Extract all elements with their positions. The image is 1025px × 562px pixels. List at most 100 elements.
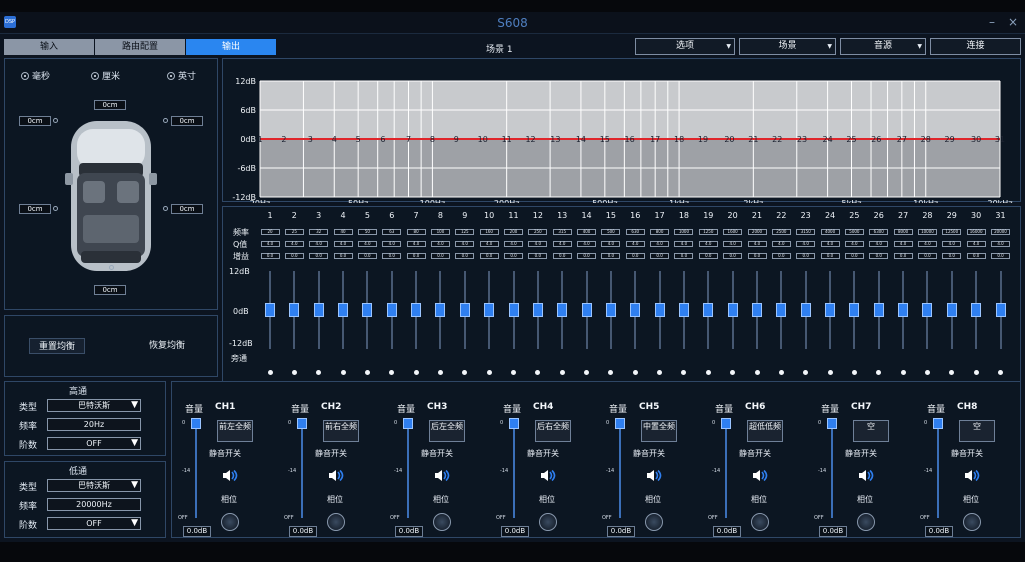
- band-freq-input[interactable]: 10000: [917, 229, 937, 235]
- band-gain-input[interactable]: 0.0: [528, 253, 548, 259]
- volume-db-value[interactable]: 0.0dB: [713, 526, 741, 537]
- band-q-input[interactable]: 4.0: [674, 241, 694, 247]
- volume-db-value[interactable]: 0.0dB: [289, 526, 317, 537]
- band-marker[interactable]: 17: [650, 135, 660, 144]
- band-gain-input[interactable]: 0.0: [284, 253, 304, 259]
- band-marker[interactable]: 19: [698, 135, 708, 144]
- band-freq-input[interactable]: 25: [284, 229, 304, 235]
- volume-slider-handle[interactable]: [403, 418, 413, 429]
- band-gain-slider-handle[interactable]: [581, 303, 592, 317]
- volume-slider-handle[interactable]: [191, 418, 201, 429]
- band-freq-input[interactable]: 125: [455, 229, 475, 235]
- band-gain-slider-handle[interactable]: [386, 303, 397, 317]
- band-bypass-toggle[interactable]: [876, 370, 882, 375]
- band-q-input[interactable]: 4.0: [966, 241, 986, 247]
- band-freq-input[interactable]: 100: [430, 229, 450, 235]
- band-gain-input[interactable]: 0.0: [309, 253, 329, 259]
- volume-slider-track[interactable]: [725, 420, 727, 518]
- band-marker[interactable]: 13: [550, 135, 560, 144]
- band-freq-input[interactable]: 3150: [796, 229, 816, 235]
- source-dropdown[interactable]: 音源 ▼: [840, 38, 926, 55]
- band-bypass-toggle[interactable]: [900, 370, 906, 375]
- band-marker[interactable]: 29: [945, 135, 955, 144]
- channel-name-button[interactable]: 后左全频: [429, 420, 465, 442]
- band-gain-input[interactable]: 0.0: [942, 253, 962, 259]
- speaker-dot-icon[interactable]: [53, 118, 58, 123]
- band-gain-slider-handle[interactable]: [776, 303, 787, 317]
- band-freq-input[interactable]: 4000: [820, 229, 840, 235]
- band-freq-input[interactable]: 630: [625, 229, 645, 235]
- band-gain-input[interactable]: 0.0: [747, 253, 767, 259]
- band-gain-slider-handle[interactable]: [727, 303, 738, 317]
- band-q-input[interactable]: 4.0: [625, 241, 645, 247]
- band-q-input[interactable]: 4.0: [284, 241, 304, 247]
- band-freq-input[interactable]: 2500: [771, 229, 791, 235]
- band-gain-slider-handle[interactable]: [825, 303, 836, 317]
- band-gain-slider-handle[interactable]: [362, 303, 373, 317]
- highpass-freq-input[interactable]: 20Hz: [47, 418, 141, 431]
- band-q-input[interactable]: 4.0: [528, 241, 548, 247]
- band-q-input[interactable]: 4.0: [455, 241, 475, 247]
- volume-db-value[interactable]: 0.0dB: [925, 526, 953, 537]
- band-freq-input[interactable]: 200: [504, 229, 523, 235]
- band-marker[interactable]: 11: [502, 135, 512, 144]
- channel-name-button[interactable]: 后右全频: [535, 420, 571, 442]
- band-freq-input[interactable]: 80: [406, 229, 426, 235]
- band-gain-input[interactable]: 0.0: [893, 253, 913, 259]
- band-gain-input[interactable]: 0.0: [479, 253, 499, 259]
- band-freq-input[interactable]: 2000: [747, 229, 767, 235]
- speaker-icon[interactable]: [540, 469, 556, 482]
- band-q-input[interactable]: 4.0: [504, 241, 523, 247]
- band-bypass-toggle[interactable]: [973, 370, 979, 375]
- band-marker[interactable]: 24: [822, 135, 832, 144]
- minimize-button[interactable]: –: [989, 15, 995, 29]
- band-marker[interactable]: 14: [576, 135, 586, 144]
- band-freq-input[interactable]: 12500: [942, 229, 962, 235]
- band-gain-slider-handle[interactable]: [411, 303, 422, 317]
- band-gain-slider-handle[interactable]: [557, 303, 568, 317]
- band-freq-input[interactable]: 63: [382, 229, 402, 235]
- phase-toggle-icon[interactable]: [221, 513, 239, 531]
- band-freq-input[interactable]: 1250: [698, 229, 718, 235]
- band-marker[interactable]: 26: [871, 135, 881, 144]
- band-marker[interactable]: 5: [356, 135, 361, 144]
- band-bypass-toggle[interactable]: [657, 370, 663, 375]
- band-q-input[interactable]: 4.0: [942, 241, 962, 247]
- band-freq-input[interactable]: 20000: [991, 229, 1010, 235]
- band-marker[interactable]: 21: [748, 135, 758, 144]
- unit-inch-radio[interactable]: 英寸: [167, 69, 196, 82]
- band-gain-slider-handle[interactable]: [995, 303, 1006, 317]
- eq-response-graph[interactable]: 12dB6dB0dB-6dB-12dB20Hz50Hz100Hz200Hz500…: [223, 59, 1022, 203]
- speaker-icon[interactable]: [646, 469, 662, 482]
- speaker-dot-icon[interactable]: [163, 118, 168, 123]
- band-bypass-toggle[interactable]: [778, 370, 784, 375]
- band-gain-input[interactable]: 0.0: [430, 253, 450, 259]
- speaker-icon[interactable]: [434, 469, 450, 482]
- band-gain-slider-handle[interactable]: [630, 303, 641, 317]
- phase-toggle-icon[interactable]: [327, 513, 345, 531]
- band-freq-input[interactable]: 315: [552, 229, 572, 235]
- scene-dropdown[interactable]: 场景 ▼: [739, 38, 836, 55]
- band-q-input[interactable]: 4.0: [747, 241, 767, 247]
- band-gain-input[interactable]: 0.0: [771, 253, 791, 259]
- band-marker[interactable]: 28: [921, 135, 931, 144]
- tab-input[interactable]: 输入: [4, 39, 95, 55]
- band-gain-input[interactable]: 0.0: [820, 253, 840, 259]
- band-gain-slider-handle[interactable]: [313, 303, 324, 317]
- band-freq-input[interactable]: 1000: [674, 229, 694, 235]
- band-gain-input[interactable]: 0.0: [333, 253, 353, 259]
- band-marker[interactable]: 20: [724, 135, 734, 144]
- channel-name-button[interactable]: 超低低频: [747, 420, 783, 442]
- volume-db-value[interactable]: 0.0dB: [501, 526, 529, 537]
- band-marker[interactable]: 27: [897, 135, 907, 144]
- band-gain-input[interactable]: 0.0: [723, 253, 743, 259]
- band-gain-input[interactable]: 0.0: [674, 253, 694, 259]
- speaker-dot-icon[interactable]: [53, 206, 58, 211]
- band-q-input[interactable]: 4.0: [820, 241, 840, 247]
- band-marker[interactable]: 10: [478, 135, 488, 144]
- connect-button[interactable]: 连接: [930, 38, 1021, 55]
- band-gain-input[interactable]: 0.0: [504, 253, 523, 259]
- band-gain-input[interactable]: 0.0: [382, 253, 402, 259]
- lowpass-type-select[interactable]: 巴特沃斯 ▼: [47, 479, 141, 492]
- band-gain-slider-handle[interactable]: [289, 303, 300, 317]
